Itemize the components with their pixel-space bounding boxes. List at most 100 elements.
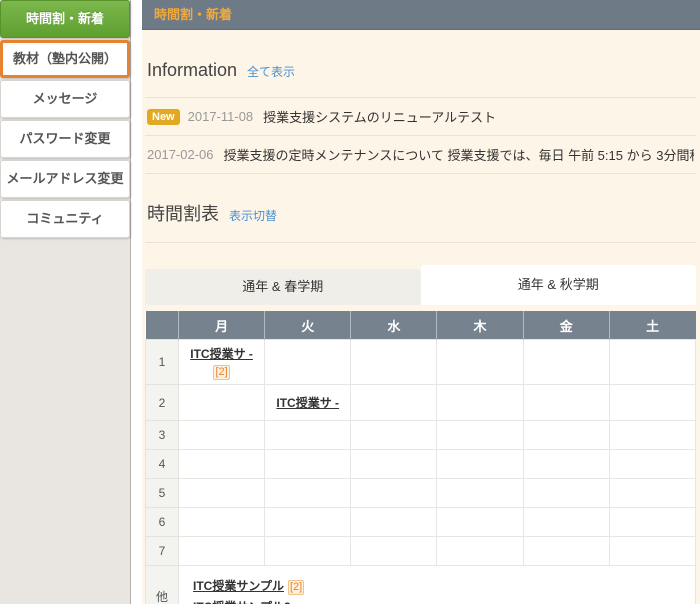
- divider: [145, 242, 696, 243]
- timetable-cell: [523, 537, 609, 566]
- timetable-cell: [179, 537, 265, 566]
- timetable-cell: [265, 508, 351, 537]
- timetable-cell: [351, 450, 437, 479]
- period-label: 5: [146, 479, 179, 508]
- table-row: 6: [146, 508, 696, 537]
- timetable-cell: [437, 385, 523, 421]
- timetable-cell: [437, 479, 523, 508]
- sidebar-item-6[interactable]: コミュニティ: [0, 200, 130, 238]
- new-badge: New: [147, 109, 180, 125]
- course-link[interactable]: ITC授業サンプル: [193, 579, 284, 593]
- table-row: 2 ITC授業サ -: [146, 385, 696, 421]
- timetable-cell: [351, 385, 437, 421]
- news-date: 2017-02-06: [147, 147, 214, 162]
- timetable-cell: [265, 479, 351, 508]
- main-content: Information 全て表示 New2017-11-08授業支援システムのリ…: [142, 30, 700, 604]
- day-column-header-1: 月: [179, 311, 265, 340]
- other-label: 他: [146, 566, 179, 604]
- timetable-cell: [265, 537, 351, 566]
- display-toggle-link[interactable]: 表示切替: [229, 207, 277, 224]
- sidebar-item-1[interactable]: 時間割・新着: [0, 0, 130, 38]
- timetable-cell: [523, 340, 609, 385]
- sidebar-item-2[interactable]: 教材（塾内公開）: [0, 40, 130, 78]
- timetable-cell: [179, 479, 265, 508]
- other-course-line: ITC授業サンプル [2]: [193, 577, 695, 595]
- timetable-cell: [523, 508, 609, 537]
- period-label: 4: [146, 450, 179, 479]
- day-column-header-6: 土: [609, 311, 695, 340]
- day-column-header-3: 水: [351, 311, 437, 340]
- timetable-cell: [523, 421, 609, 450]
- course-link[interactable]: ITC授業サ -: [190, 347, 253, 361]
- period-label: 7: [146, 537, 179, 566]
- table-row-other: 他 ITC授業サンプル [2] ITC授業サンプル2: [146, 566, 696, 604]
- sidebar-item-4[interactable]: パスワード変更: [0, 120, 130, 158]
- sidebar-item-3[interactable]: メッセージ: [0, 80, 130, 118]
- app-window: 時間割・新着教材（塾内公開）メッセージパスワード変更メールアドレス変更コミュニテ…: [0, 0, 700, 604]
- timetable-cell: [179, 385, 265, 421]
- table-row: 4: [146, 450, 696, 479]
- table-row: 7: [146, 537, 696, 566]
- count-badge[interactable]: [2]: [213, 365, 229, 380]
- news-date: 2017-11-08: [188, 109, 254, 124]
- timetable: 月火水木金土 1ITC授業サ -[2]2ITC授業サ -34567他ITC授業サ…: [145, 311, 696, 604]
- timetable-heading-row: 時間割表 表示切替: [147, 200, 696, 226]
- timetable-cell: ITC授業サ - [2]: [179, 340, 265, 385]
- count-badge[interactable]: [2]: [288, 580, 304, 595]
- other-course-line: ITC授業サンプル2: [193, 598, 695, 604]
- timetable-cell: [609, 450, 695, 479]
- timetable-cell: [265, 450, 351, 479]
- news-list: New2017-11-08授業支援システムのリニューアルテスト2017-02-0…: [145, 98, 696, 174]
- table-row: 5: [146, 479, 696, 508]
- period-label: 6: [146, 508, 179, 537]
- period-label: 3: [146, 421, 179, 450]
- sidebar: 時間割・新着教材（塾内公開）メッセージパスワード変更メールアドレス変更コミュニテ…: [0, 0, 131, 604]
- timetable-cell: [609, 421, 695, 450]
- timetable-cell: [437, 508, 523, 537]
- day-column-header-5: 金: [523, 311, 609, 340]
- day-column-header-4: 木: [437, 311, 523, 340]
- table-row: 1ITC授業サ -[2]: [146, 340, 696, 385]
- timetable-cell: [265, 421, 351, 450]
- day-column-header-2: 火: [265, 311, 351, 340]
- timetable-cell: [523, 479, 609, 508]
- timetable-cell: [437, 537, 523, 566]
- timetable-cell: [351, 340, 437, 385]
- timetable-cell: [265, 340, 351, 385]
- timetable-cell: [437, 340, 523, 385]
- news-item-2[interactable]: 2017-02-06 授業支援の定時メンテナンスについて 授業支援では、毎日 午前…: [145, 136, 696, 174]
- timetable-heading: 時間割表: [147, 200, 219, 226]
- sidebar-item-5[interactable]: メールアドレス変更: [0, 160, 130, 198]
- timetable-cell: [437, 450, 523, 479]
- header-bar: 時間割・新着: [142, 0, 700, 30]
- timetable-cell: [609, 385, 695, 421]
- information-heading-row: Information 全て表示: [147, 60, 696, 81]
- show-all-link[interactable]: 全て表示: [247, 63, 295, 80]
- timetable-cell: [351, 508, 437, 537]
- tab-semester-2[interactable]: 通年 & 秋学期: [421, 265, 697, 305]
- badge-line: [2]: [180, 364, 263, 380]
- semester-tabs: 通年 & 春学期通年 & 秋学期: [145, 265, 696, 305]
- main-area: 時間割・新着 Information 全て表示 New 2017-11-08 授業支…: [142, 0, 700, 604]
- timetable-cell: [609, 340, 695, 385]
- header-title: 時間割・新着: [154, 7, 232, 22]
- course-link[interactable]: ITC授業サンプル2: [193, 600, 291, 604]
- timetable-cell: [523, 385, 609, 421]
- timetable-cell: [609, 508, 695, 537]
- other-courses-cell: ITC授業サンプル [2] ITC授業サンプル2: [179, 566, 696, 604]
- timetable-cell: [179, 450, 265, 479]
- table-row: 3: [146, 421, 696, 450]
- timetable-cell: [351, 479, 437, 508]
- timetable-cell: [351, 537, 437, 566]
- course-link[interactable]: ITC授業サ -: [276, 396, 339, 410]
- timetable-cell: [609, 479, 695, 508]
- timetable-cell: [523, 450, 609, 479]
- period-label: 2: [146, 385, 179, 421]
- timetable-cell: [179, 421, 265, 450]
- information-heading: Information: [147, 60, 237, 81]
- news-item-1[interactable]: New2017-11-08授業支援システムのリニューアルテスト: [145, 98, 696, 136]
- news-title: 授業支援の定時メンテナンスについて 授業支援では、毎日 午前 5:15 から 3…: [224, 145, 695, 164]
- timetable-cell: [351, 421, 437, 450]
- tab-semester-1[interactable]: 通年 & 春学期: [145, 269, 421, 305]
- timetable-cell: [609, 537, 695, 566]
